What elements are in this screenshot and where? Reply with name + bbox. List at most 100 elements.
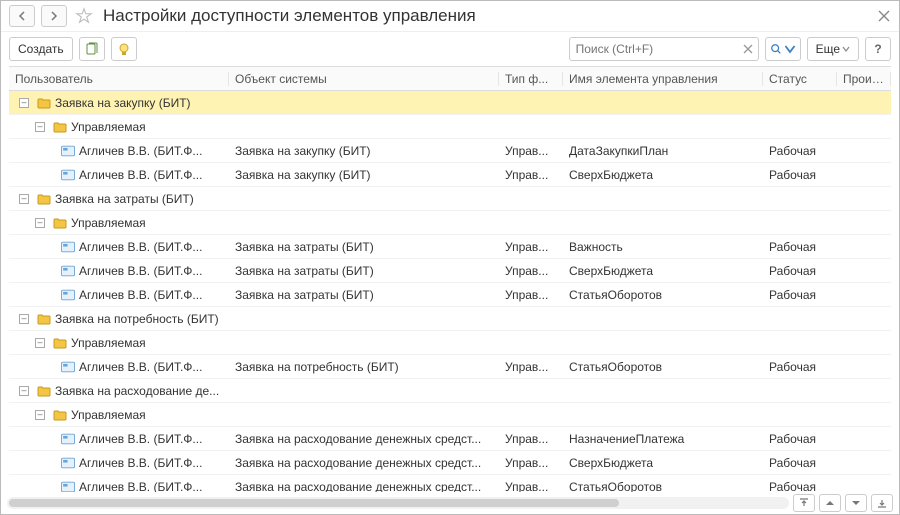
row-object-cell: Заявка на расходование денежных средст..… [229, 432, 499, 446]
row-user-cell: – Управляемая [15, 216, 223, 230]
scrollbar-thumb[interactable] [9, 499, 619, 507]
titlebar: Настройки доступности элементов управлен… [1, 1, 899, 32]
row-formtype-cell: Управ... [499, 168, 563, 182]
table-row[interactable]: Агличев В.В. (БИТ.Ф... Заявка на закупку … [9, 163, 891, 187]
table-row[interactable]: Агличев В.В. (БИТ.Ф...Заявка на потребно… [9, 355, 891, 379]
row-user-label: Заявка на расходование де... [55, 384, 219, 398]
row-user-label: Агличев В.В. (БИТ.Ф... [79, 360, 202, 374]
favorite-star-icon[interactable] [75, 7, 93, 25]
col-last[interactable]: Произво [837, 72, 891, 86]
help-button[interactable]: ? [865, 37, 891, 61]
row-formtype-cell: Управ... [499, 456, 563, 470]
table-row[interactable]: Агличев В.В. (БИТ.Ф...Заявка на расходов… [9, 475, 891, 492]
close-icon[interactable] [877, 9, 891, 23]
row-user-label: Агличев В.В. (БИТ.Ф... [79, 264, 202, 278]
row-elem-cell: Важность [563, 240, 763, 254]
table-row[interactable]: – Заявка на закупку (БИТ) [9, 91, 891, 115]
row-object-cell: Заявка на затраты (БИТ) [229, 240, 499, 254]
row-user-cell: – Заявка на затраты (БИТ) [15, 192, 223, 206]
folder-icon [37, 385, 51, 397]
row-user-label: Заявка на закупку (БИТ) [55, 96, 191, 110]
search-input[interactable] [574, 41, 742, 57]
card-icon [61, 361, 75, 373]
search-icon [770, 43, 782, 55]
table-row[interactable]: Агличев В.В. (БИТ.Ф...Заявка на затраты … [9, 235, 891, 259]
table-row[interactable]: Агличев В.В. (БИТ.Ф...Заявка на закупку … [9, 139, 891, 163]
grid-body[interactable]: –Заявка на закупку (БИТ)–УправляемаяАгли… [9, 91, 891, 492]
search-button[interactable] [765, 37, 801, 61]
row-user-label: Заявка на затраты (БИТ) [55, 192, 194, 206]
expand-toggle[interactable]: – [35, 122, 45, 132]
row-user-cell: – Заявка на закупку (БИТ) [15, 96, 223, 110]
chevron-down-icon [784, 43, 796, 55]
row-user-cell: Агличев В.В. (БИТ.Ф... [15, 168, 223, 182]
table-row[interactable]: Агличев В.В. (БИТ.Ф...Заявка на расходов… [9, 451, 891, 475]
expand-toggle[interactable]: – [35, 218, 45, 228]
nav-forward-button[interactable] [41, 5, 67, 27]
copy-button[interactable] [79, 37, 105, 61]
expand-toggle[interactable]: – [19, 194, 29, 204]
col-object[interactable]: Объект системы [229, 72, 499, 86]
card-icon [61, 289, 75, 301]
search-clear-icon[interactable] [742, 43, 754, 55]
folder-icon [37, 193, 51, 205]
page-title: Настройки доступности элементов управлен… [103, 6, 871, 26]
more-label: Еще [816, 42, 840, 56]
table-row[interactable]: –Управляемая [9, 331, 891, 355]
table-row[interactable]: Агличев В.В. (БИТ.Ф... Заявка на затраты … [9, 259, 891, 283]
expand-toggle[interactable]: – [19, 98, 29, 108]
folder-icon [37, 97, 51, 109]
table-row[interactable]: – Заявка на расходование де... [9, 379, 891, 403]
row-status-cell: Рабочая [763, 264, 837, 278]
scroll-down-button[interactable] [845, 494, 867, 512]
row-object-cell: Заявка на расходование денежных средст..… [229, 480, 499, 493]
bar-down-icon [877, 498, 887, 508]
copy-sheet-icon [85, 42, 99, 56]
row-user-label: Агличев В.В. (БИТ.Ф... [79, 168, 202, 182]
row-user-cell: –Управляемая [15, 336, 223, 350]
row-object-cell: Заявка на закупку (БИТ) [229, 168, 499, 182]
search-field[interactable] [569, 37, 759, 61]
row-user-label: Управляемая [71, 216, 146, 230]
row-status-cell: Рабочая [763, 360, 837, 374]
scroll-bottom-button[interactable] [871, 494, 893, 512]
expand-toggle[interactable]: – [19, 386, 29, 396]
row-elem-cell: НазначениеПлатежа [563, 432, 763, 446]
row-user-cell: Агличев В.В. (БИТ.Ф... [15, 264, 223, 278]
row-user-label: Управляемая [71, 408, 146, 422]
row-user-cell: – Управляемая [15, 408, 223, 422]
row-user-label: Агличев В.В. (БИТ.Ф... [79, 288, 202, 302]
row-formtype-cell: Управ... [499, 288, 563, 302]
expand-toggle[interactable]: – [19, 314, 29, 324]
col-formtype[interactable]: Тип ф... [499, 72, 563, 86]
row-user-cell: –Управляемая [15, 120, 223, 134]
row-user-cell: Агличев В.В. (БИТ.Ф... [15, 432, 223, 446]
chevron-down-icon [842, 45, 850, 53]
table-row[interactable]: –Заявка на потребность (БИТ) [9, 307, 891, 331]
expand-toggle[interactable]: – [35, 410, 45, 420]
more-button[interactable]: Еще [807, 37, 859, 61]
row-status-cell: Рабочая [763, 288, 837, 302]
table-row[interactable]: – Заявка на затраты (БИТ) [9, 187, 891, 211]
create-button[interactable]: Создать [9, 37, 73, 61]
table-row[interactable]: – Управляемая [9, 211, 891, 235]
grid-header: Пользователь Объект системы Тип ф... Имя… [9, 67, 891, 91]
col-status[interactable]: Статус [763, 72, 837, 86]
row-object-cell: Заявка на затраты (БИТ) [229, 264, 499, 278]
table-row[interactable]: Агличев В.В. (БИТ.Ф... Заявка на расходов… [9, 427, 891, 451]
col-user[interactable]: Пользователь [9, 72, 229, 86]
row-user-cell: Агличев В.В. (БИТ.Ф... [15, 144, 223, 158]
horizontal-scrollbar[interactable] [7, 497, 789, 509]
expand-toggle[interactable]: – [35, 338, 45, 348]
scroll-top-button[interactable] [793, 494, 815, 512]
table-row[interactable]: –Управляемая [9, 115, 891, 139]
folder-icon [37, 313, 51, 325]
table-row[interactable]: – Управляемая [9, 403, 891, 427]
table-row[interactable]: Агличев В.В. (БИТ.Ф...Заявка на затраты … [9, 283, 891, 307]
hint-button[interactable] [111, 37, 137, 61]
nav-back-button[interactable] [9, 5, 35, 27]
row-user-cell: Агличев В.В. (БИТ.Ф... [15, 360, 223, 374]
row-elem-cell: ДатаЗакупкиПлан [563, 144, 763, 158]
scroll-up-button[interactable] [819, 494, 841, 512]
col-elemname[interactable]: Имя элемента управления [563, 72, 763, 86]
